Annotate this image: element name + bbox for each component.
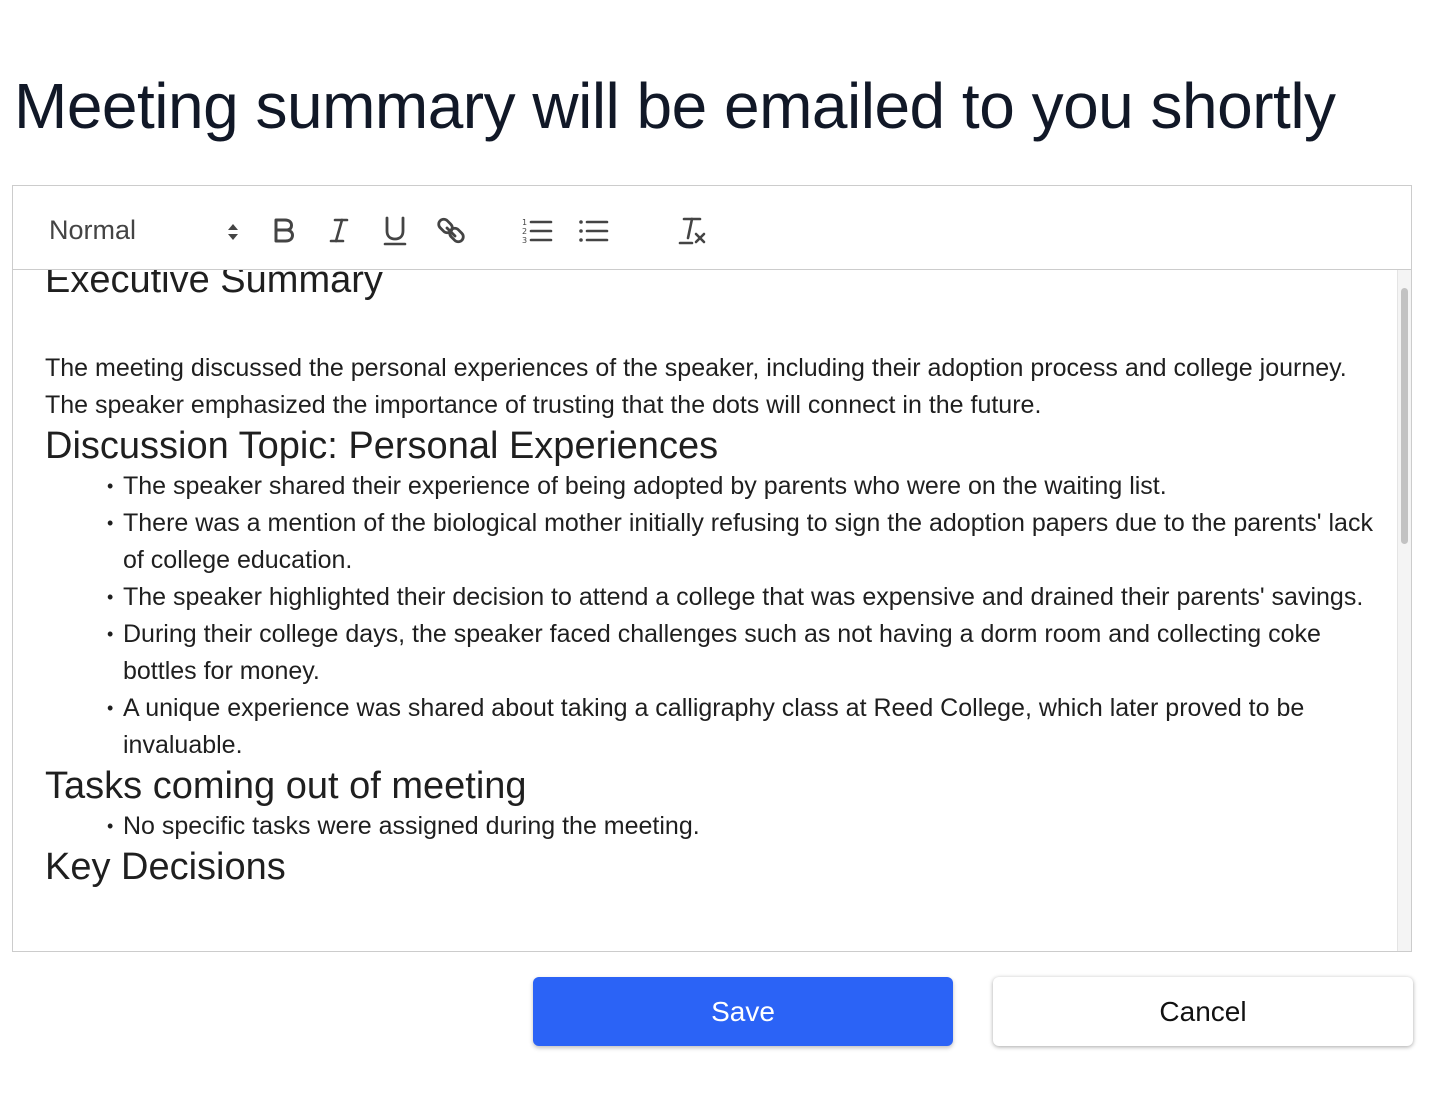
svg-text:3: 3 [522,236,527,245]
list-item: No specific tasks were assigned during t… [107,808,1385,845]
discussion-topic-heading: Discussion Topic: Personal Experiences [45,425,719,467]
save-button[interactable]: Save [533,977,953,1046]
scrollbar-thumb[interactable] [1401,288,1408,544]
text-format-select[interactable]: Normal [41,208,238,250]
editor-content[interactable]: Executive Summary The meeting discussed … [13,270,1405,951]
editor-toolbar: Normal 1 2 3 [13,186,1411,270]
clear-format-icon [678,217,706,245]
list-item: The speaker highlighted their decision t… [107,579,1385,616]
cancel-button[interactable]: Cancel [993,977,1413,1046]
list-item: A unique experience was shared about tak… [107,690,1385,764]
text-format-select-value: Normal [49,215,137,245]
bold-button[interactable] [265,210,301,250]
clear-format-button[interactable] [675,210,711,250]
underline-button[interactable] [377,210,413,250]
svg-text:1: 1 [522,218,527,227]
svg-text:2: 2 [522,227,527,236]
ordered-list-button[interactable]: 1 2 3 [519,210,555,250]
link-button[interactable] [433,210,469,250]
ordered-list-icon: 1 2 3 [522,218,553,245]
list-item: The speaker shared their experience of b… [107,468,1385,505]
tasks-list: No specific tasks were assigned during t… [45,808,1385,845]
list-item: During their college days, the speaker f… [107,616,1385,690]
italic-icon [329,218,349,243]
tasks-heading: Tasks coming out of meeting [45,765,527,807]
list-item: There was a mention of the biological mo… [107,505,1385,579]
discussion-topic-list: The speaker shared their experience of b… [45,468,1385,764]
underline-icon [383,216,407,246]
bullet-list-button[interactable] [575,210,611,250]
executive-summary-heading: Executive Summary [45,270,383,301]
executive-summary-text: The meeting discussed the personal exper… [45,354,1347,419]
editor-scrollbar[interactable] [1397,270,1411,951]
select-arrows-icon [228,224,238,240]
document-body: Executive Summary The meeting discussed … [45,270,1385,889]
page-title: Meeting summary will be emailed to you s… [14,70,1336,142]
rich-text-editor[interactable]: Normal 1 2 3 Executive Summary The meeti… [12,185,1412,952]
key-decisions-heading: Key Decisions [45,846,286,888]
link-icon [437,217,465,244]
italic-button[interactable] [321,210,357,250]
bullet-list-icon [579,220,609,242]
bold-icon [274,218,294,243]
